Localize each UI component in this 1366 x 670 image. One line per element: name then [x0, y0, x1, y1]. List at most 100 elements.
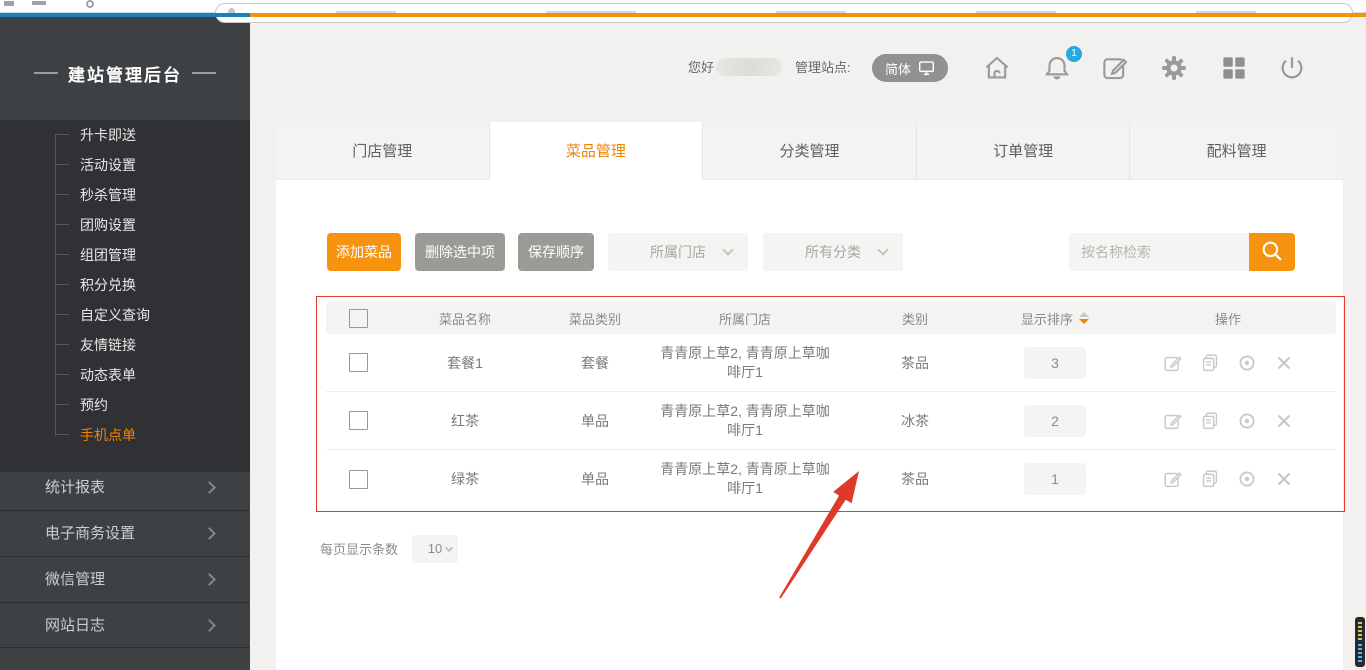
tab-label: 门店管理 [352, 140, 412, 161]
power-icon[interactable] [1277, 53, 1307, 83]
sidebar-item-label: 组团管理 [80, 247, 136, 263]
tab-store-mgmt[interactable]: 门店管理 [276, 122, 490, 180]
logo-dash-left [34, 72, 58, 74]
col-category: 类别 [840, 309, 990, 328]
sidebar-item-custom-query[interactable]: 自定义查询 [0, 300, 250, 330]
tab-ingredient-mgmt[interactable]: 配料管理 [1130, 122, 1343, 180]
row-checkbox[interactable] [349, 470, 368, 489]
dish-name: 绿茶 [390, 469, 540, 489]
sidebar-item-friend-links[interactable]: 友情链接 [0, 330, 250, 360]
dish-category: 茶品 [840, 469, 990, 489]
select-all-checkbox[interactable] [349, 309, 368, 328]
sidebar-item-label: 升卡即送 [80, 127, 136, 143]
sidebar-section-statistics[interactable]: 统计报表 [0, 464, 250, 510]
dish-stores: 青青原上草2, 青青原上草咖啡厅1 [659, 460, 831, 498]
store-filter-dropdown[interactable]: 所属门店 [608, 233, 748, 271]
copy-icon[interactable] [1199, 468, 1221, 490]
view-icon[interactable] [1236, 352, 1258, 374]
tab-category-mgmt[interactable]: 分类管理 [703, 122, 917, 180]
col-sort-order: 显示排序 [1021, 309, 1073, 328]
home-icon[interactable] [982, 53, 1012, 83]
sidebar-item-flash-sale[interactable]: 秒杀管理 [0, 180, 250, 210]
copy-icon[interactable] [1199, 410, 1221, 432]
apps-icon[interactable] [1219, 53, 1249, 83]
sidebar-section-wechat[interactable]: 微信管理 [0, 556, 250, 602]
row-checkbox[interactable] [349, 353, 368, 372]
sidebar-accent-bar [0, 13, 250, 17]
view-icon[interactable] [1236, 410, 1258, 432]
dish-stores: 青青原上草2, 青青原上草咖啡厅1 [659, 402, 831, 440]
sidebar-section-site-logs[interactable]: 网站日志 [0, 602, 250, 648]
row-checkbox[interactable] [349, 411, 368, 430]
logo-dash-right [192, 72, 216, 74]
sidebar-item-reservation[interactable]: 预约 [0, 390, 250, 420]
tree-tick [55, 134, 69, 135]
sidebar-item-label: 团购设置 [80, 217, 136, 233]
sidebar-item-mobile-ordering[interactable]: 手机点单 [0, 420, 250, 450]
scrollbar-thumb[interactable] [1355, 617, 1365, 667]
page-size-label: 每页显示条数 [320, 536, 398, 564]
sort-desc-icon[interactable] [1079, 319, 1089, 324]
sidebar-section-ecommerce[interactable]: 电子商务设置 [0, 510, 250, 556]
chevron-right-icon [203, 573, 216, 586]
compose-icon[interactable] [1100, 53, 1130, 83]
browser-chrome-strip [0, 0, 1366, 13]
sidebar-item-label: 秒杀管理 [80, 187, 136, 203]
edit-icon[interactable] [1162, 468, 1184, 490]
edit-icon[interactable] [1162, 410, 1184, 432]
sidebar-item-label: 自定义查询 [80, 307, 150, 323]
view-icon[interactable] [1236, 468, 1258, 490]
delete-selected-button[interactable]: 删除选中项 [415, 233, 505, 271]
copy-icon[interactable] [1199, 352, 1221, 374]
delete-icon[interactable] [1273, 352, 1295, 374]
sort-order-input[interactable]: 1 [1024, 463, 1086, 495]
delete-icon[interactable] [1273, 410, 1295, 432]
page-size-select[interactable]: 10 [412, 535, 458, 563]
dish-type: 单品 [540, 469, 650, 489]
edit-icon[interactable] [1162, 352, 1184, 374]
sidebar-item-upgrade-gift[interactable]: 升卡即送 [0, 120, 250, 150]
table-row: 绿茶 单品 青青原上草2, 青青原上草咖啡厅1 茶品 1 [326, 450, 1336, 508]
delete-icon[interactable] [1273, 468, 1295, 490]
greeting-text: 您好 [688, 55, 714, 81]
dish-table: 菜品名称 菜品类别 所属门店 类别 显示排序 操作 套餐1 套餐 青青原上草2,… [326, 302, 1336, 508]
search-button[interactable] [1249, 233, 1295, 271]
app-title: 建站管理后台 [68, 61, 182, 86]
search-input[interactable] [1069, 233, 1249, 271]
table-header-row: 菜品名称 菜品类别 所属门店 类别 显示排序 操作 [326, 302, 1336, 334]
save-order-button[interactable]: 保存顺序 [518, 233, 594, 271]
sort-order-input[interactable]: 2 [1024, 405, 1086, 437]
sort-order-input[interactable]: 3 [1024, 347, 1086, 379]
app-logo: 建站管理后台 [0, 55, 250, 91]
notification-badge: 1 [1066, 46, 1082, 62]
sidebar-item-team-mgmt[interactable]: 组团管理 [0, 240, 250, 270]
settings-icon[interactable] [1159, 53, 1189, 83]
language-label: 简体 [885, 59, 911, 78]
col-actions: 操作 [1120, 309, 1336, 328]
section-label: 微信管理 [45, 571, 105, 588]
sidebar-item-dynamic-form[interactable]: 动态表单 [0, 360, 250, 390]
sidebar-item-label: 活动设置 [80, 157, 136, 173]
add-dish-button[interactable]: 添加菜品 [327, 233, 401, 271]
tab-bar: 门店管理 菜品管理 分类管理 订单管理 配料管理 [276, 122, 1343, 180]
language-pill-button[interactable]: 简体 [872, 54, 948, 82]
sort-toggle[interactable] [1079, 312, 1089, 324]
sidebar-item-label: 手机点单 [80, 427, 136, 443]
sidebar-item-activity-settings[interactable]: 活动设置 [0, 150, 250, 180]
tab-order-mgmt[interactable]: 订单管理 [917, 122, 1131, 180]
dish-stores: 青青原上草2, 青青原上草咖啡厅1 [659, 344, 831, 382]
sidebar-item-label: 友情链接 [80, 337, 136, 353]
sort-asc-icon[interactable] [1079, 312, 1089, 317]
content-accent-bar [250, 13, 1366, 17]
tab-dish-mgmt[interactable]: 菜品管理 [490, 122, 704, 180]
section-label: 统计报表 [45, 479, 105, 496]
sidebar-item-group-buy[interactable]: 团购设置 [0, 210, 250, 240]
dish-name: 套餐1 [390, 353, 540, 373]
chevron-down-icon [722, 244, 733, 255]
sidebar-item-points-exchange[interactable]: 积分兑换 [0, 270, 250, 300]
dish-name: 红茶 [390, 411, 540, 431]
section-label: 网站日志 [45, 617, 105, 634]
category-filter-dropdown[interactable]: 所有分类 [763, 233, 903, 271]
dish-category: 茶品 [840, 353, 990, 373]
search-icon [1259, 238, 1285, 264]
